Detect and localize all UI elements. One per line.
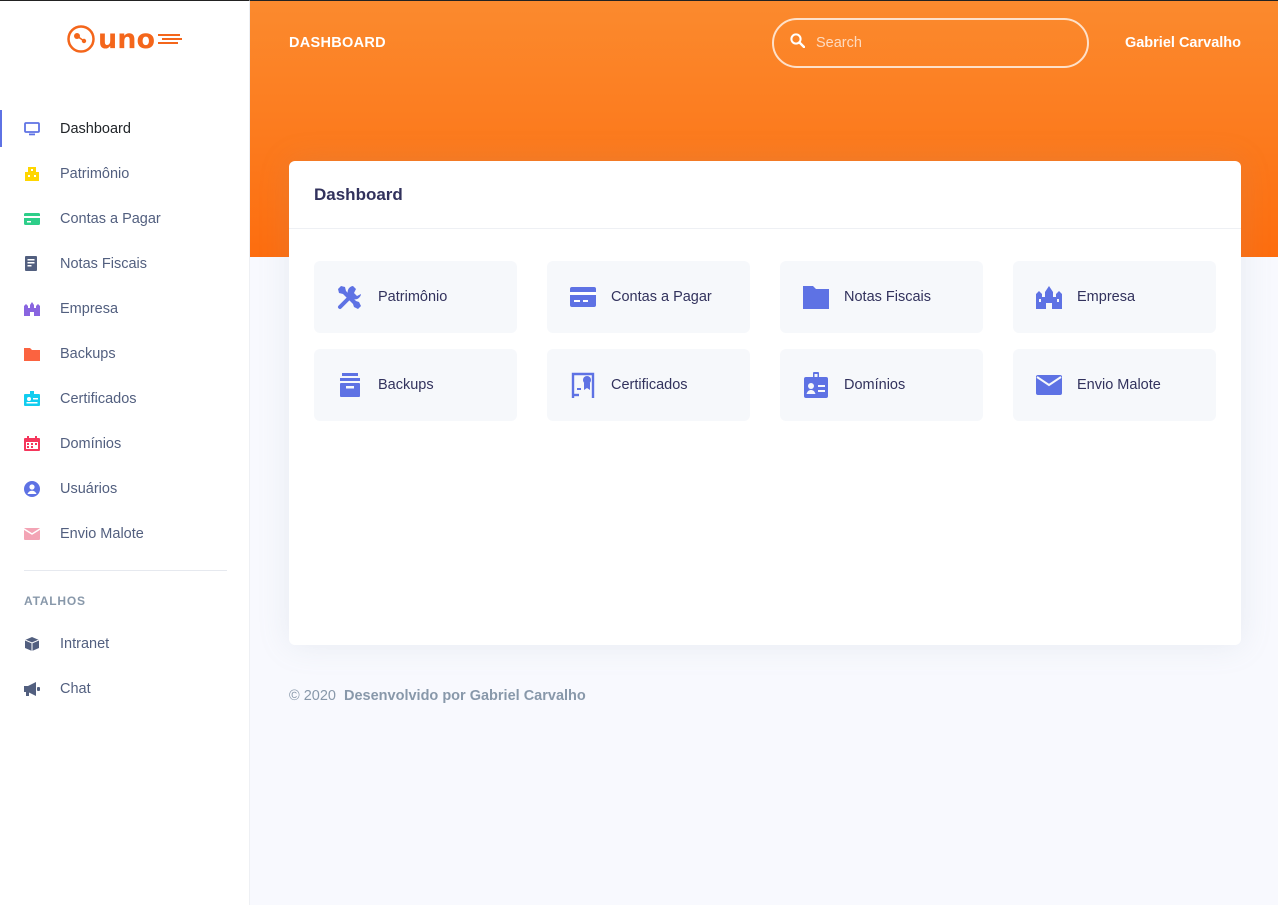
logo-speed-lines-icon xyxy=(158,34,182,44)
sidebar-item-label: Intranet xyxy=(60,635,110,652)
card-header: Dashboard xyxy=(289,161,1241,229)
tile-label: Contas a Pagar xyxy=(611,289,712,305)
sidebar-item-label: Contas a Pagar xyxy=(60,210,161,227)
sidebar-item-label: Chat xyxy=(60,680,91,697)
sidebar: uno Dashboard Patrimônio Contas a Pagar xyxy=(0,0,250,905)
tile-empresa[interactable]: Empresa xyxy=(1013,261,1216,333)
sidebar-item-label: Notas Fiscais xyxy=(60,255,148,272)
sidebar-item-envio-malote[interactable]: Envio Malote xyxy=(0,511,250,556)
search-box[interactable] xyxy=(772,18,1089,68)
tile-envio-malote[interactable]: Envio Malote xyxy=(1013,349,1216,421)
sidebar-item-contas-a-pagar[interactable]: Contas a Pagar xyxy=(0,196,250,241)
sidebar-item-dominios[interactable]: Domínios xyxy=(0,421,250,466)
user-menu[interactable]: Gabriel Carvalho xyxy=(1125,35,1241,51)
logo-text: uno xyxy=(98,23,155,55)
tile-label: Patrimônio xyxy=(378,289,448,305)
sidebar-item-label: Envio Malote xyxy=(60,525,144,542)
tile-label: Empresa xyxy=(1077,289,1136,305)
tile-patrimonio[interactable]: Patrimônio xyxy=(314,261,517,333)
tools-icon xyxy=(337,284,363,310)
document-icon xyxy=(24,256,40,272)
sidebar-item-patrimonio[interactable]: Patrimônio xyxy=(0,151,250,196)
tile-label: Certificados xyxy=(611,377,688,393)
sidebar-item-label: Patrimônio xyxy=(60,165,130,182)
sidebar-item-intranet[interactable]: Intranet xyxy=(0,621,250,666)
certificate-icon xyxy=(570,372,596,398)
castle-icon xyxy=(24,301,40,317)
footer-credit-link[interactable]: Desenvolvido por Gabriel Carvalho xyxy=(344,688,586,704)
tile-label: Backups xyxy=(378,377,434,393)
sidebar-item-certificados[interactable]: Certificados xyxy=(0,376,250,421)
sidebar-item-label: Usuários xyxy=(60,480,118,497)
castle-icon xyxy=(1036,284,1062,310)
search-input[interactable] xyxy=(816,35,1056,51)
sidebar-shortcuts: Intranet Chat xyxy=(0,621,250,711)
tile-backups[interactable]: Backups xyxy=(314,349,517,421)
megaphone-icon xyxy=(24,681,40,697)
sidebar-item-label: Backups xyxy=(60,345,116,362)
sidebar-item-chat[interactable]: Chat xyxy=(0,666,250,711)
tile-contas-a-pagar[interactable]: Contas a Pagar xyxy=(547,261,750,333)
footer: © 2020 Desenvolvido por Gabriel Carvalho xyxy=(289,688,586,704)
tile-dominios[interactable]: Domínios xyxy=(780,349,983,421)
header-title: DASHBOARD xyxy=(289,35,386,51)
credit-card-icon xyxy=(24,211,40,227)
id-card-icon xyxy=(803,372,829,398)
box-icon xyxy=(24,636,40,652)
logo-mark-icon xyxy=(67,25,95,53)
archive-icon xyxy=(337,372,363,398)
dashboard-card: Dashboard Patrimônio Contas a Pagar Nota… xyxy=(289,161,1241,645)
tile-label: Envio Malote xyxy=(1077,377,1161,393)
sidebar-item-backups[interactable]: Backups xyxy=(0,331,250,376)
sidebar-divider xyxy=(24,570,227,571)
tile-label: Domínios xyxy=(844,377,906,393)
tile-label: Notas Fiscais xyxy=(844,289,932,305)
sidebar-item-label: Domínios xyxy=(60,435,122,452)
sidebar-item-label: Certificados xyxy=(60,390,137,407)
brand-logo[interactable]: uno xyxy=(66,21,188,57)
search-icon xyxy=(790,33,806,53)
card-title: Dashboard xyxy=(314,184,403,204)
tile-notas-fiscais[interactable]: Notas Fiscais xyxy=(780,261,983,333)
sidebar-item-dashboard[interactable]: Dashboard xyxy=(0,106,250,151)
credit-card-icon xyxy=(570,284,596,310)
user-icon xyxy=(24,480,40,497)
envelope-icon xyxy=(24,526,40,542)
folder-icon xyxy=(803,284,829,310)
sidebar-section-title: ATALHOS xyxy=(24,594,86,608)
sidebar-item-notas-fiscais[interactable]: Notas Fiscais xyxy=(0,241,250,286)
sidebar-item-label: Empresa xyxy=(60,300,119,317)
sidebar-item-empresa[interactable]: Empresa xyxy=(0,286,250,331)
monitor-icon xyxy=(24,121,40,137)
envelope-icon xyxy=(1036,372,1062,398)
sidebar-nav: Dashboard Patrimônio Contas a Pagar Nota… xyxy=(0,106,250,556)
tile-certificados[interactable]: Certificados xyxy=(547,349,750,421)
shortcut-tiles: Patrimônio Contas a Pagar Notas Fiscais … xyxy=(314,261,1216,421)
building-icon xyxy=(24,166,40,182)
sidebar-item-label: Dashboard xyxy=(60,120,131,137)
folder-icon xyxy=(24,346,40,362)
sidebar-item-usuarios[interactable]: Usuários xyxy=(0,466,250,511)
calendar-icon xyxy=(24,436,40,452)
footer-copyright: © 2020 xyxy=(289,688,336,704)
badge-icon xyxy=(24,391,40,407)
